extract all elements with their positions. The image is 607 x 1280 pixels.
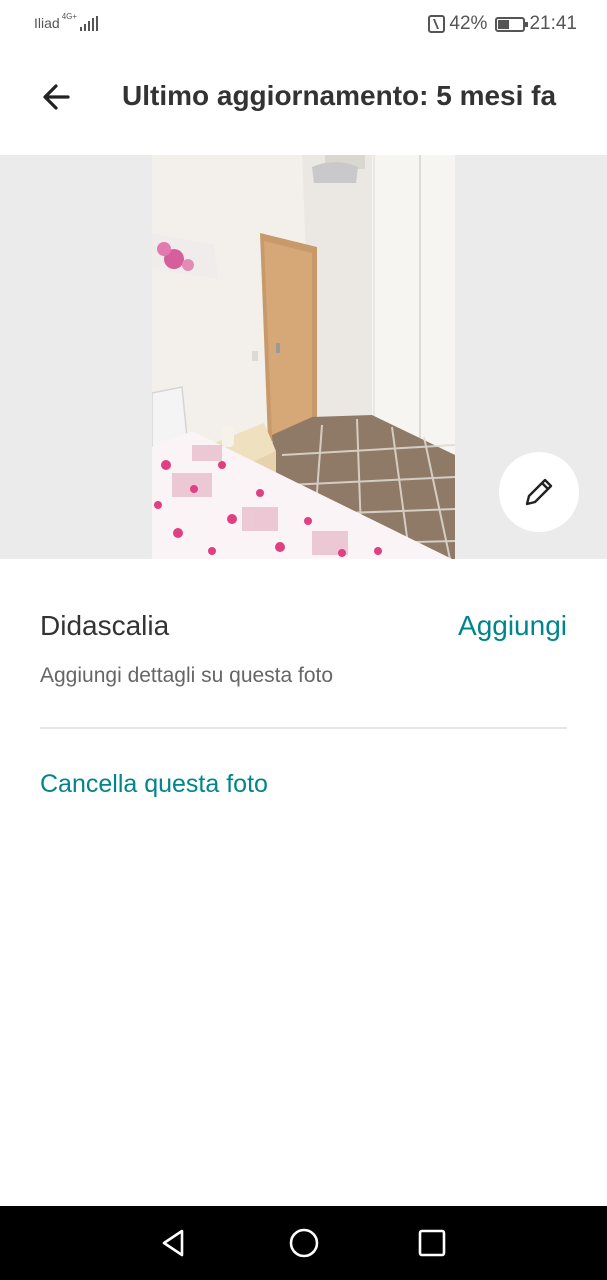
battery-icon <box>495 16 529 32</box>
app-bar: Ultimo aggiornamento: 5 mesi fa <box>0 52 607 142</box>
caption-hint: Aggiungi dettagli su questa foto <box>40 664 334 687</box>
arrow-left-icon <box>43 84 70 110</box>
back-button[interactable] <box>32 72 82 122</box>
edit-photo-button[interactable] <box>499 452 579 532</box>
clock: 21:41 <box>529 13 577 34</box>
system-nav-bar <box>0 1206 607 1280</box>
battery-percent: 42% <box>449 13 488 34</box>
network-type: 4G+ <box>61 12 78 21</box>
delete-photo-link[interactable]: Cancella questa foto <box>40 770 268 799</box>
room-photo[interactable] <box>152 155 455 559</box>
nfc-icon <box>428 15 446 33</box>
status-right: 42% 21:41 <box>428 13 577 35</box>
carrier-name: Iliad <box>34 15 60 31</box>
triangle-back-icon <box>162 1229 184 1257</box>
nav-home-button[interactable] <box>286 1225 322 1261</box>
signal-icon <box>80 16 99 31</box>
circle-home-icon <box>289 1228 319 1258</box>
nav-back-button[interactable] <box>156 1225 192 1261</box>
status-left: Iliad 4G+ <box>34 12 99 31</box>
page-title: Ultimo aggiornamento: 5 mesi fa <box>122 80 557 111</box>
pencil-icon <box>525 478 553 506</box>
status-bar: Iliad 4G+ 42% 21:41 <box>0 0 607 52</box>
divider <box>40 727 567 729</box>
add-caption-button[interactable]: Aggiungi <box>458 610 567 642</box>
caption-heading: Didascalia <box>40 610 170 641</box>
square-recents-icon <box>418 1229 446 1257</box>
nav-recents-button[interactable] <box>414 1225 450 1261</box>
photo-area <box>0 155 607 559</box>
